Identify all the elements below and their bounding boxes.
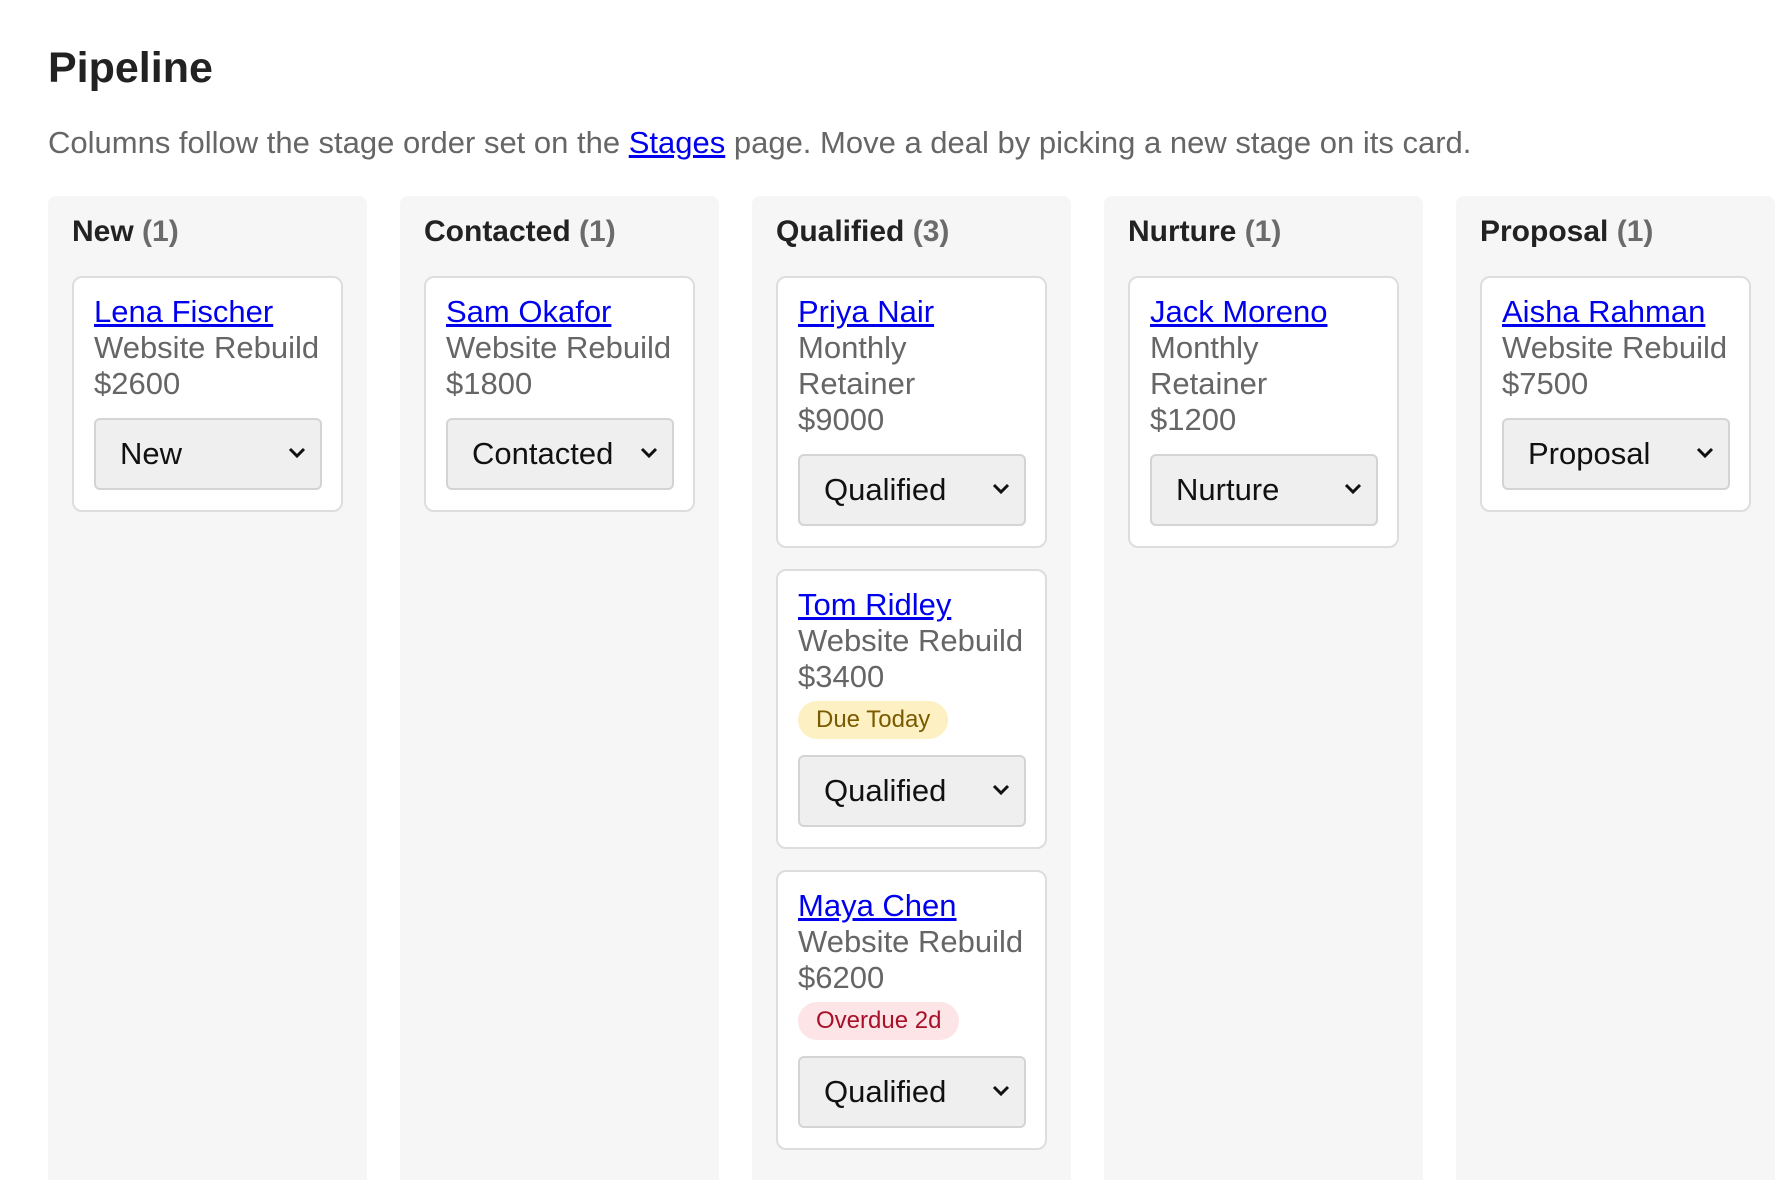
deal-name-link[interactable]: Lena Fischer — [94, 294, 321, 330]
chevron-down-icon — [288, 447, 306, 459]
column-count: (1) — [1244, 215, 1282, 248]
stage-select-value: Qualified — [824, 472, 947, 507]
column-header: Proposal (1) — [1480, 214, 1751, 250]
deal-value: $3400 — [798, 659, 885, 694]
deal-value: $2600 — [94, 366, 181, 401]
due-today-badge: Due Today — [798, 701, 949, 739]
deal-card: Jack Moreno Monthly Retainer $1200 Nurtu… — [1128, 276, 1399, 548]
deal-value: $9000 — [798, 402, 885, 437]
deal-name-link[interactable]: Aisha Rahman — [1502, 294, 1729, 330]
stage-select[interactable]: Nurture — [1150, 454, 1378, 526]
column-name: Qualified — [776, 215, 905, 248]
deal-name-link[interactable]: Maya Chen — [798, 888, 1025, 924]
stage-select[interactable]: Qualified — [798, 755, 1026, 827]
column-name: Proposal — [1480, 215, 1609, 248]
column-nurture: Nurture (1) Jack Moreno Monthly Retainer… — [1104, 196, 1423, 1180]
stage-select[interactable]: New — [94, 418, 322, 490]
deal-value: $1200 — [1150, 402, 1237, 437]
column-name: Contacted — [424, 215, 571, 248]
deal-service: Website Rebuild — [1502, 330, 1728, 365]
column-header: Nurture (1) — [1128, 214, 1399, 250]
stage-select[interactable]: Contacted — [446, 418, 674, 490]
deal-service: Website Rebuild — [446, 330, 672, 365]
deal-name-link[interactable]: Priya Nair — [798, 294, 1025, 330]
column-header: Contacted (1) — [424, 214, 695, 250]
subtitle-text-after: page. Move a deal by picking a new stage… — [725, 125, 1472, 160]
column-header: New (1) — [72, 214, 343, 250]
deal-name-link[interactable]: Sam Okafor — [446, 294, 673, 330]
stage-select-value: Nurture — [1176, 472, 1280, 507]
deal-card: Sam Okafor Website Rebuild $1800 Contact… — [424, 276, 695, 512]
deal-value: $7500 — [1502, 366, 1589, 401]
column-count: (1) — [1616, 215, 1654, 248]
deal-card: Maya Chen Website Rebuild $6200 Overdue … — [776, 870, 1047, 1150]
deal-card: Tom Ridley Website Rebuild $3400 Due Tod… — [776, 569, 1047, 849]
stage-select-value: Contacted — [472, 436, 614, 471]
column-name: New — [72, 215, 134, 248]
column-new: New (1) Lena Fischer Website Rebuild $26… — [48, 196, 367, 1180]
deal-service: Website Rebuild — [94, 330, 320, 365]
deal-card: Aisha Rahman Website Rebuild $7500 Propo… — [1480, 276, 1751, 512]
chevron-down-icon — [640, 447, 658, 459]
stage-select[interactable]: Qualified — [798, 454, 1026, 526]
overdue-badge: Overdue 2d — [798, 1002, 960, 1040]
column-count: (1) — [142, 215, 179, 248]
page-subtitle: Columns follow the stage order set on th… — [48, 123, 1471, 163]
chevron-down-icon — [1696, 447, 1714, 459]
stage-select[interactable]: Qualified — [798, 1056, 1026, 1128]
column-count: (3) — [912, 215, 950, 248]
deal-service: Website Rebuild — [798, 924, 1024, 959]
deal-name-link[interactable]: Tom Ridley — [798, 587, 1025, 623]
column-header: Qualified (3) — [776, 214, 1047, 250]
chevron-down-icon — [992, 483, 1010, 495]
stage-select-value: New — [120, 436, 183, 471]
column-contacted: Contacted (1) Sam Okafor Website Rebuild… — [400, 196, 719, 1180]
column-proposal: Proposal (1) Aisha Rahman Website Rebuil… — [1456, 196, 1775, 1180]
column-count: (1) — [579, 215, 616, 248]
deal-card: Priya Nair Monthly Retainer $9000 Qualif… — [776, 276, 1047, 548]
deal-value: $6200 — [798, 960, 885, 995]
chevron-down-icon — [1344, 483, 1362, 495]
stage-select-value: Qualified — [824, 773, 947, 808]
deal-value: $1800 — [446, 366, 533, 401]
deal-card: Lena Fischer Website Rebuild $2600 New — [72, 276, 343, 512]
column-name: Nurture — [1128, 215, 1237, 248]
column-qualified: Qualified (3) Priya Nair Monthly Retaine… — [752, 196, 1071, 1180]
chevron-down-icon — [992, 1085, 1010, 1097]
subtitle-text-before: Columns follow the stage order set on th… — [48, 125, 629, 160]
deal-service: Monthly Retainer — [1150, 330, 1268, 401]
deal-name-link[interactable]: Jack Moreno — [1150, 294, 1377, 330]
pipeline-page: Pipeline Columns follow the stage order … — [0, 0, 1780, 1180]
deal-service: Monthly Retainer — [798, 330, 916, 401]
pipeline-board: New (1) Lena Fischer Website Rebuild $26… — [48, 196, 1775, 1180]
deal-service: Website Rebuild — [798, 623, 1024, 658]
stage-select-value: Proposal — [1528, 436, 1651, 471]
stage-select-value: Qualified — [824, 1074, 947, 1109]
page-title: Pipeline — [48, 44, 213, 92]
stage-select[interactable]: Proposal — [1502, 418, 1730, 490]
stages-link[interactable]: Stages — [629, 125, 726, 160]
chevron-down-icon — [992, 784, 1010, 796]
